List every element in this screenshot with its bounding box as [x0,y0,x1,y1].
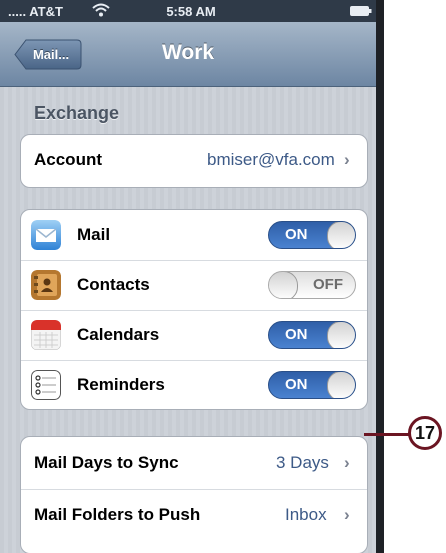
contacts-toggle[interactable]: OFF [268,271,356,299]
toggle-knob [327,222,355,248]
account-row[interactable]: Account bmiser@vfa.com › [21,135,367,187]
phone-bezel [376,0,384,553]
toggle-state: ON [285,376,308,393]
service-label: Calendars [77,325,160,344]
service-label: Reminders [77,375,165,394]
service-label: Mail [77,225,111,244]
back-button[interactable]: Mail... [14,39,82,70]
toggle-state: ON [285,326,308,343]
service-row-reminders: Reminders ON [21,360,367,409]
wifi-icon [92,3,110,17]
mail-days-to-sync-row[interactable]: Mail Days to Sync 3 Days › [21,437,367,490]
navigation-bar: Mail... Work [0,22,376,87]
service-row-contacts: Contacts OFF [21,260,367,311]
mail-icon [31,220,61,250]
account-group: Account bmiser@vfa.com › [20,134,368,188]
reminders-icon [31,370,61,400]
reminders-toggle[interactable]: ON [268,371,356,399]
status-time: 5:58 AM [166,4,216,19]
chevron-right-icon: › [344,453,350,472]
section-header: Exchange [34,103,120,123]
mail-folders-to-push-row[interactable]: Mail Folders to Push Inbox › [21,489,367,541]
toggle-knob [327,322,355,348]
callout-badge: 17 [408,416,442,450]
sync-value: 3 Days [276,453,329,472]
phone-screen: ..... AT&T 5:58 AM Mail... Work Exchange… [0,0,384,553]
sync-value: Inbox [285,505,327,524]
toggle-state: OFF [313,276,343,293]
chevron-right-icon: › [344,150,350,169]
callout-line [364,433,412,436]
service-row-mail: Mail ON [21,210,367,261]
calendars-toggle[interactable]: ON [268,321,356,349]
mail-toggle[interactable]: ON [268,221,356,249]
calendar-icon [31,320,61,350]
toggle-knob [269,272,298,298]
service-row-calendars: Calendars ON [21,310,367,361]
services-group: Mail ON Contacts OFF Calendars ON Remind… [20,209,368,410]
toggle-state: ON [285,226,308,243]
sync-label: Mail Folders to Push [34,505,201,524]
account-label: Account [34,150,102,169]
battery-icon [350,6,372,16]
contacts-icon [31,270,61,300]
sync-label: Mail Days to Sync [34,453,179,472]
page-title: Work [161,41,215,64]
service-label: Contacts [77,275,150,294]
chevron-right-icon: › [344,505,350,524]
carrier-name: ..... AT&T [8,4,63,19]
account-value: bmiser@vfa.com [207,150,335,169]
toggle-knob [327,372,355,398]
status-bar: ..... AT&T 5:58 AM [0,0,376,22]
sync-group: Mail Days to Sync 3 Days › Mail Folders … [20,436,368,553]
